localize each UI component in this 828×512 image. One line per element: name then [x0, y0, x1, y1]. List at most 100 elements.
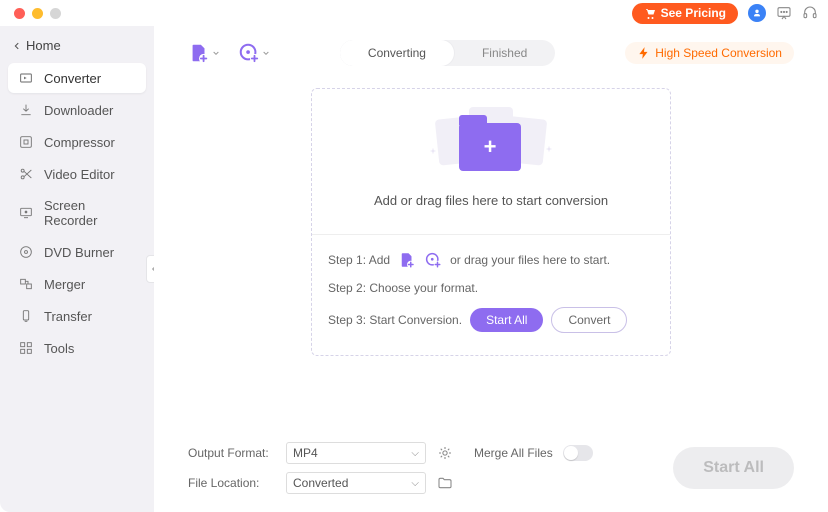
titlebar: See Pricing: [0, 0, 828, 26]
merge-row: Merge All Files: [474, 445, 593, 461]
sidebar-item-merger[interactable]: Merger: [8, 269, 146, 299]
toolbar: Converting Finished High Speed Conversio…: [154, 36, 828, 76]
converter-icon: [18, 70, 34, 86]
body: Home Converter Downloader Compressor: [0, 26, 828, 512]
disc-plus-icon: [424, 251, 442, 269]
dropzone: + Add or drag files here to start conver…: [311, 88, 671, 356]
sidebar-item-downloader[interactable]: Downloader: [8, 95, 146, 125]
tools-grid-icon: [18, 340, 34, 356]
dropzone-wrap: + Add or drag files here to start conver…: [154, 76, 828, 428]
sidebar-item-label: Converter: [44, 71, 101, 86]
zoom-dot[interactable]: [50, 8, 61, 19]
chevron-down-icon: [212, 49, 220, 57]
scissors-icon: [18, 166, 34, 182]
sidebar: Home Converter Downloader Compressor: [0, 26, 154, 512]
chat-icon: [776, 5, 792, 21]
dropzone-target[interactable]: + Add or drag files here to start conver…: [312, 89, 670, 234]
download-icon: [18, 102, 34, 118]
steps-panel: Step 1: Add or drag your files here to s…: [312, 234, 670, 355]
step-1: Step 1: Add or drag your files here to s…: [328, 251, 654, 269]
person-icon: [752, 8, 762, 18]
start-all-button[interactable]: Start All: [673, 447, 794, 489]
screen-recorder-icon: [18, 205, 34, 221]
merger-icon: [18, 276, 34, 292]
sidebar-item-label: Downloader: [44, 103, 113, 118]
disc-plus-icon: [238, 42, 260, 64]
back-home-label: Home: [26, 38, 61, 53]
sidebar-item-video-editor[interactable]: Video Editor: [8, 159, 146, 189]
tool-icons: [188, 42, 270, 64]
sidebar-item-label: Merger: [44, 277, 85, 292]
format-settings-button[interactable]: [436, 444, 454, 462]
merge-label: Merge All Files: [474, 446, 553, 460]
folder-icon: [437, 475, 453, 491]
folder-plus-icon: +: [459, 123, 521, 171]
step-3-text: Step 3: Start Conversion.: [328, 313, 462, 327]
app-window: See Pricing Home Converter: [0, 0, 828, 512]
file-location-value: Converted: [293, 476, 348, 490]
step-2: Step 2: Choose your format.: [328, 281, 654, 295]
sidebar-item-label: Tools: [44, 341, 74, 356]
high-speed-conversion-button[interactable]: High Speed Conversion: [625, 42, 794, 64]
bottom-bar: Output Format: MP4 ⌵ Merge All Files: [154, 428, 828, 512]
back-home[interactable]: Home: [8, 36, 146, 61]
high-speed-label: High Speed Conversion: [655, 46, 782, 60]
file-plus-icon: [398, 251, 416, 269]
output-format-label: Output Format:: [188, 446, 276, 460]
merge-toggle[interactable]: [563, 445, 593, 461]
gear-icon: [437, 445, 453, 461]
sidebar-item-tools[interactable]: Tools: [8, 333, 146, 363]
transfer-icon: [18, 308, 34, 324]
tab-converting[interactable]: Converting: [340, 40, 454, 66]
tab-finished[interactable]: Finished: [454, 40, 555, 66]
step-1-pre: Step 1: Add: [328, 253, 390, 267]
sidebar-item-label: Screen Recorder: [44, 198, 136, 228]
bottom-left: Output Format: MP4 ⌵ Merge All Files: [188, 442, 593, 494]
file-location-row: File Location: Converted ⌵: [188, 472, 593, 494]
file-plus-icon: [188, 42, 210, 64]
cart-icon: [644, 7, 656, 19]
start-all-small-button[interactable]: Start All: [470, 308, 543, 332]
sidebar-item-label: Video Editor: [44, 167, 115, 182]
output-format-value: MP4: [293, 446, 318, 460]
sidebar-item-label: DVD Burner: [44, 245, 114, 260]
file-location-label: File Location:: [188, 476, 276, 490]
add-disc-button[interactable]: [238, 42, 270, 64]
dropzone-caption: Add or drag files here to start conversi…: [374, 193, 608, 208]
chevron-down-icon: ⌵: [411, 478, 419, 489]
output-format-row: Output Format: MP4 ⌵ Merge All Files: [188, 442, 593, 464]
add-file-button[interactable]: [188, 42, 220, 64]
support-button[interactable]: [802, 5, 818, 21]
sidebar-item-compressor[interactable]: Compressor: [8, 127, 146, 157]
compressor-icon: [18, 134, 34, 150]
sidebar-item-dvd-burner[interactable]: DVD Burner: [8, 237, 146, 267]
see-pricing-button[interactable]: See Pricing: [632, 3, 738, 24]
output-format-select[interactable]: MP4 ⌵: [286, 442, 426, 464]
lightning-icon: [637, 46, 651, 60]
pricing-label: See Pricing: [661, 6, 726, 20]
account-avatar[interactable]: [748, 4, 766, 22]
file-location-select[interactable]: Converted ⌵: [286, 472, 426, 494]
headset-icon: [802, 5, 818, 21]
feedback-button[interactable]: [776, 5, 792, 21]
step-3: Step 3: Start Conversion. Start All Conv…: [328, 307, 654, 333]
sparkle-icon: [545, 145, 553, 153]
chevron-down-icon: [262, 49, 270, 57]
sidebar-item-label: Compressor: [44, 135, 115, 150]
sidebar-item-screen-recorder[interactable]: Screen Recorder: [8, 191, 146, 235]
tabs-segmented: Converting Finished: [340, 40, 555, 66]
minimize-dot[interactable]: [32, 8, 43, 19]
sparkle-icon: [429, 147, 437, 155]
sidebar-item-converter[interactable]: Converter: [8, 63, 146, 93]
close-dot[interactable]: [14, 8, 25, 19]
open-folder-button[interactable]: [436, 474, 454, 492]
disc-icon: [18, 244, 34, 260]
sidebar-item-label: Transfer: [44, 309, 92, 324]
chevron-down-icon: ⌵: [411, 448, 419, 459]
main-content: Converting Finished High Speed Conversio…: [154, 26, 828, 512]
convert-small-button[interactable]: Convert: [551, 307, 627, 333]
sidebar-item-transfer[interactable]: Transfer: [8, 301, 146, 331]
chevron-left-icon: [12, 41, 22, 51]
traffic-lights: [10, 8, 61, 19]
folder-illustration: +: [437, 107, 545, 179]
